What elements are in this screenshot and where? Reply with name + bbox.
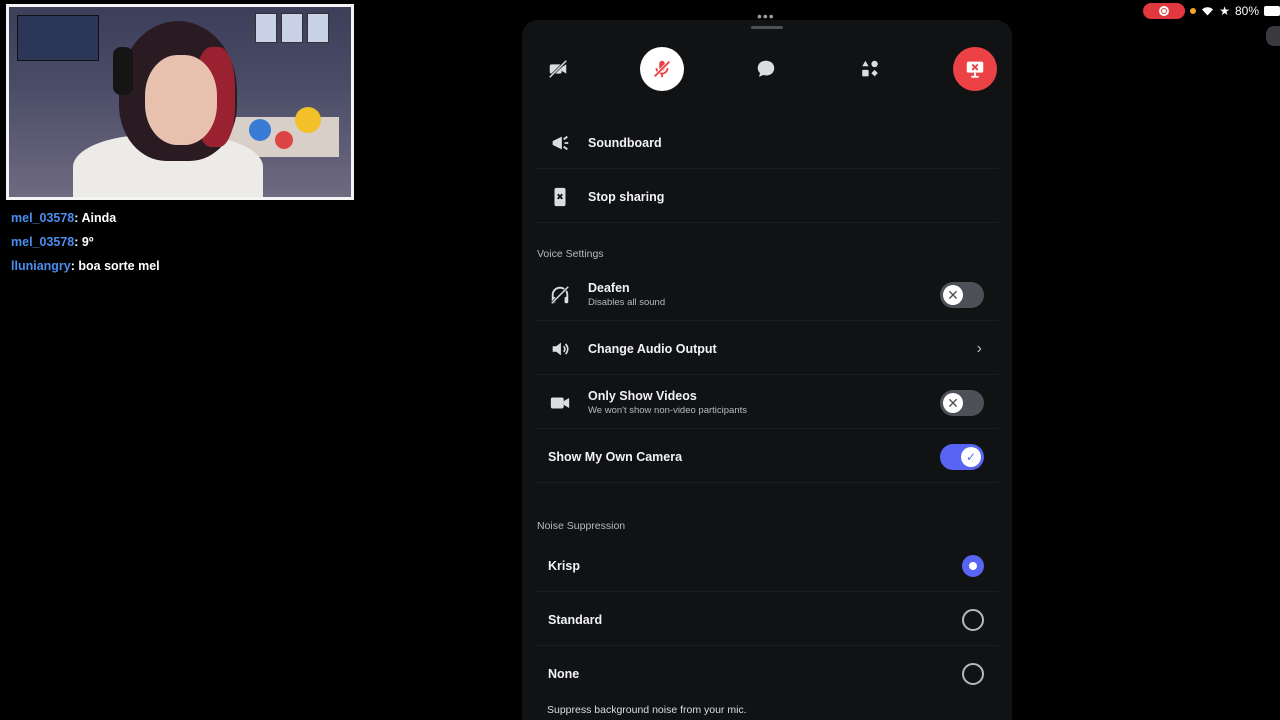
record-icon [1159, 6, 1170, 16]
wall-art [17, 15, 99, 61]
side-panel-handle[interactable] [1266, 26, 1280, 46]
speaker-icon [548, 337, 572, 361]
chat-text: Ainda [81, 211, 117, 225]
only-videos-toggle[interactable]: ✕ [940, 389, 984, 416]
only-videos-label: Only Show Videos [588, 389, 697, 403]
soundboard-icon [548, 131, 572, 155]
noise-option-none[interactable]: None [536, 648, 998, 700]
own-camera-row[interactable]: Show My Own Camera ✓ [536, 431, 998, 483]
voice-settings-sheet: Soundboard Stop sharing Voice Settings D… [522, 20, 1012, 720]
poster [281, 13, 303, 43]
checkmark-icon: ✓ [961, 446, 981, 467]
camera-toggle-button[interactable] [536, 47, 580, 91]
mute-button[interactable] [640, 47, 684, 91]
stop-share-button[interactable] [953, 47, 997, 91]
audio-output-row[interactable]: Change Audio Output › [536, 323, 998, 375]
stop-sharing-row[interactable]: Stop sharing [536, 171, 998, 223]
noise-suppression-footnote: Suppress background noise from your mic. [547, 704, 747, 716]
radio-unselected[interactable] [962, 608, 984, 631]
noise-option-label: Krisp [548, 558, 580, 573]
voice-settings-heading: Voice Settings [537, 248, 604, 260]
own-camera-label: Show My Own Camera [548, 449, 683, 464]
chat-bubble-icon [757, 60, 775, 77]
soundboard-label: Soundboard [588, 135, 662, 150]
plush-toy [249, 119, 271, 141]
chat-username: mel_03578 [11, 211, 75, 225]
headphones [113, 47, 133, 95]
noise-option-standard[interactable]: Standard [536, 594, 998, 646]
only-videos-description: We won't show non-video participants [588, 405, 747, 416]
soundboard-row[interactable]: Soundboard [536, 117, 998, 169]
star-icon: ★ [1219, 4, 1230, 18]
camera-off-icon [548, 59, 568, 79]
audio-output-label: Change Audio Output [588, 341, 717, 356]
chat-button[interactable] [744, 47, 788, 91]
battery-icon [1264, 6, 1280, 16]
chat-message: mel_03578: 9º [11, 235, 94, 249]
battery-percent: 80% [1234, 4, 1259, 18]
stop-sharing-label: Stop sharing [588, 189, 665, 204]
headphones-off-icon [548, 283, 572, 307]
video-camera-icon [548, 391, 572, 415]
call-controls [522, 47, 1012, 91]
noise-suppression-heading: Noise Suppression [537, 520, 626, 532]
screen: mel_03578: Ainda mel_03578: 9º lluniangr… [0, 0, 1280, 720]
activities-icon [862, 60, 878, 77]
stream-chat: mel_03578: Ainda mel_03578: 9º lluniangr… [11, 206, 231, 278]
chat-message: mel_03578: Ainda [11, 211, 117, 225]
noise-option-label: Standard [548, 612, 603, 627]
sheet-grabber[interactable] [751, 26, 783, 29]
chat-username: lluniangry [11, 259, 71, 273]
mic-muted-icon [653, 60, 671, 78]
streamer-face [145, 55, 217, 145]
chat-text: boa sorte mel [78, 259, 160, 273]
wifi-icon [1202, 7, 1214, 16]
deafen-row[interactable]: Deafen Disables all sound ✕ [536, 269, 998, 321]
deafen-toggle[interactable]: ✕ [940, 281, 984, 308]
radio-selected[interactable] [962, 554, 984, 577]
noise-option-krisp[interactable]: Krisp [536, 540, 998, 592]
toggle-off-icon: ✕ [943, 392, 963, 413]
deafen-description: Disables all sound [588, 297, 666, 308]
poster [255, 13, 277, 43]
screen-recording-indicator[interactable] [1143, 3, 1186, 19]
toggle-off-icon: ✕ [943, 284, 963, 305]
radio-unselected[interactable] [962, 663, 984, 685]
activities-button[interactable] [848, 47, 892, 91]
plush-toy [275, 131, 293, 149]
webcam-overlay [6, 4, 354, 200]
chat-text: 9º [81, 235, 94, 249]
phone-x-icon [548, 185, 572, 209]
own-camera-toggle[interactable]: ✓ [940, 443, 984, 470]
stop-screen-share-icon [966, 61, 984, 78]
plush-toy [295, 107, 321, 133]
status-bar: ★ 80% [1143, 3, 1280, 19]
deafen-label: Deafen [588, 281, 630, 295]
chat-username: mel_03578 [11, 235, 75, 249]
chevron-right-icon: › [976, 339, 982, 357]
mic-in-use-dot [1190, 8, 1197, 14]
only-videos-row[interactable]: Only Show Videos We won't show non-video… [536, 377, 998, 429]
chat-message: lluniangry: boa sorte mel [11, 259, 160, 273]
poster [307, 13, 329, 43]
noise-option-label: None [548, 667, 580, 681]
